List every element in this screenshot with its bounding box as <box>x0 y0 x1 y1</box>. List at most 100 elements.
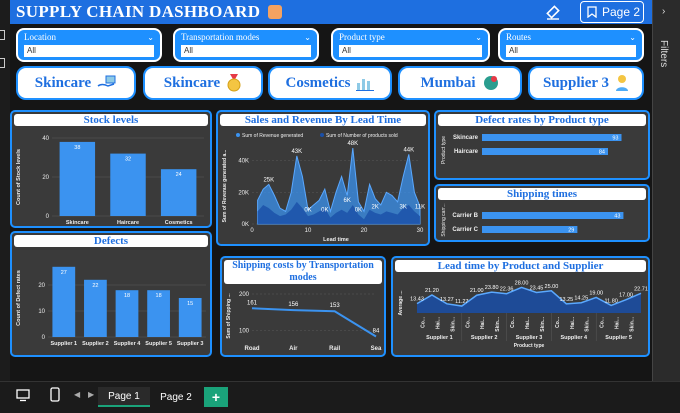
previous-page-icon[interactable]: ◀ <box>74 390 80 399</box>
y-tick-label: Carrier C <box>452 227 478 233</box>
card-label: Skincare <box>163 74 221 91</box>
x-tick-label: Co... <box>510 316 516 327</box>
bookmark-icon <box>587 6 597 18</box>
panel-title: Defects <box>14 235 208 247</box>
cost-line <box>251 307 377 338</box>
panel-lead-time[interactable]: Lead time by Product and Supplier Averag… <box>391 256 650 357</box>
hand-money-icon <box>97 75 116 87</box>
y-axis-title: Sum of Revenue generated a... <box>222 149 228 222</box>
data-label: 13.43 <box>410 297 424 303</box>
tab-page1[interactable]: Page 1 <box>98 387 150 407</box>
slicer-value[interactable]: All <box>339 45 482 57</box>
data-label: 22.71 <box>634 286 648 292</box>
panel-sales-revenue[interactable]: Sales and Revenue By Lead Time Sum of Re… <box>216 110 430 246</box>
y-tick-label: Carrier B <box>452 213 478 219</box>
panel-stock-levels[interactable]: Stock levels Count of Stock levels 0 20 40 3… <box>10 110 212 228</box>
y-tick-label: 100 <box>239 329 250 335</box>
data-label: 0K <box>304 208 311 214</box>
filters-pane-label[interactable]: Filters <box>658 40 669 67</box>
collapse-chevron-icon[interactable]: › <box>662 6 665 17</box>
x-tick-label: Co... <box>420 316 426 327</box>
y-axis-title: Average ... <box>398 290 404 316</box>
shipping-costs-chart: Sum of Shipping ... 100 200 161 Road 156 Air 15… <box>226 292 382 352</box>
add-page-button[interactable]: + <box>204 387 228 407</box>
stock-levels-chart: Count of Stock levels 0 20 40 38 Skincare 32 Ha… <box>16 136 204 226</box>
bar <box>59 141 96 216</box>
x-tick-label: Skin... <box>630 316 636 331</box>
data-label: 21.20 <box>425 288 439 294</box>
x-axis-title: Product type <box>514 343 545 349</box>
data-label: 23.45 <box>530 286 544 292</box>
panel-title-text: Shipping costs by Transportation modes <box>232 260 374 283</box>
slicer-routes[interactable]: Routes ⌄ All <box>498 28 644 62</box>
data-label: 0K <box>321 208 328 214</box>
x-tick-label: Skincare <box>66 220 89 226</box>
data-label: 24 <box>176 172 182 178</box>
panel-shipping-times[interactable]: Shipping times Shipping carr... Carrier B… <box>434 184 650 242</box>
group-label: Supplier 5 <box>605 335 632 341</box>
slicer-product-type[interactable]: Product type ⌄ All <box>331 28 490 62</box>
data-label: 23.80 <box>485 285 499 291</box>
data-label: 6K <box>344 198 351 204</box>
x-tick-label: Skin... <box>585 316 591 331</box>
x-tick-label: Rail <box>329 346 340 352</box>
panel-shipping-costs[interactable]: Shipping costs by Transportation modes S… <box>220 256 386 357</box>
slicer-label: Routes <box>506 32 532 42</box>
data-label: 14.25 <box>574 296 588 302</box>
chevron-down-icon[interactable]: ⌄ <box>304 33 311 42</box>
x-tick-label: Supplier 5 <box>145 341 172 347</box>
slicer-location[interactable]: Location ⌄ All <box>16 28 162 62</box>
chevron-down-icon[interactable]: ⌄ <box>475 33 482 42</box>
data-label: 3K <box>400 204 407 210</box>
panel-title: Stock levels <box>14 114 208 126</box>
data-label: 21.00 <box>470 288 484 294</box>
x-tick-label: Hai... <box>525 316 531 329</box>
tab-page2[interactable]: Page 2 <box>150 387 202 407</box>
data-label: 156 <box>288 302 299 308</box>
x-tick-label: Supplier 1 <box>51 341 78 347</box>
data-label: 0K <box>355 208 362 214</box>
globe-pin-icon <box>483 76 498 90</box>
data-label: 22 <box>92 283 98 289</box>
filters-pane[interactable]: › Filters <box>652 0 680 381</box>
group-label: Supplier 2 <box>471 335 498 341</box>
legend-products: Sum of Number of products sold <box>326 133 398 139</box>
bar-chart-icon <box>356 79 375 91</box>
eraser-icon[interactable] <box>544 3 562 26</box>
data-label: 84 <box>599 150 605 156</box>
y-tick-label: 10 <box>38 309 45 315</box>
panel-defects[interactable]: Defects Count of Defect rates 0 10 20 27 Supp… <box>10 231 212 357</box>
data-label: 93 <box>612 136 618 142</box>
panel-title: Shipping times <box>438 188 646 200</box>
chevron-down-icon[interactable]: ⌄ <box>629 33 636 42</box>
data-label: 32 <box>125 157 131 163</box>
panel-title: Defect rates by Product type <box>438 114 646 126</box>
y-tick-label: 40K <box>238 159 249 165</box>
x-tick-label: Cosmetics <box>165 220 193 226</box>
y-axis-title: Count of Stock levels <box>16 149 22 205</box>
x-tick-label: Air <box>289 346 298 352</box>
slicer-transportation-modes[interactable]: Transportation modes ⌄ All <box>173 28 319 62</box>
data-label: 27 <box>61 270 67 276</box>
data-label: 161 <box>247 300 258 306</box>
panel-title: Lead time by Product and Supplier <box>395 260 646 272</box>
bar <box>482 226 578 233</box>
x-tick-label: 0 <box>250 228 254 234</box>
chevron-down-icon[interactable]: ⌄ <box>147 33 154 42</box>
desktop-view-icon[interactable] <box>16 388 30 407</box>
data-label: 84 <box>373 329 380 335</box>
slicer-label: Transportation modes <box>181 32 260 42</box>
slicer-value[interactable]: All <box>506 45 636 57</box>
mobile-view-icon[interactable] <box>50 387 60 407</box>
card-supplier: Supplier 3 <box>528 66 644 100</box>
x-tick-label: Skin... <box>495 316 501 331</box>
x-tick-label: Haircare <box>117 220 139 226</box>
data-label: 11.27 <box>455 299 468 305</box>
panel-defect-rates[interactable]: Defect rates by Product type Product typ… <box>434 110 650 180</box>
bookmark-page2-button[interactable]: Page 2 <box>580 1 644 23</box>
slicer-value[interactable]: All <box>181 45 311 57</box>
card-best-product: Skincare <box>143 66 263 100</box>
data-label: 25.00 <box>545 284 559 290</box>
next-page-icon[interactable]: ▶ <box>88 390 94 399</box>
slicer-value[interactable]: All <box>24 45 154 57</box>
